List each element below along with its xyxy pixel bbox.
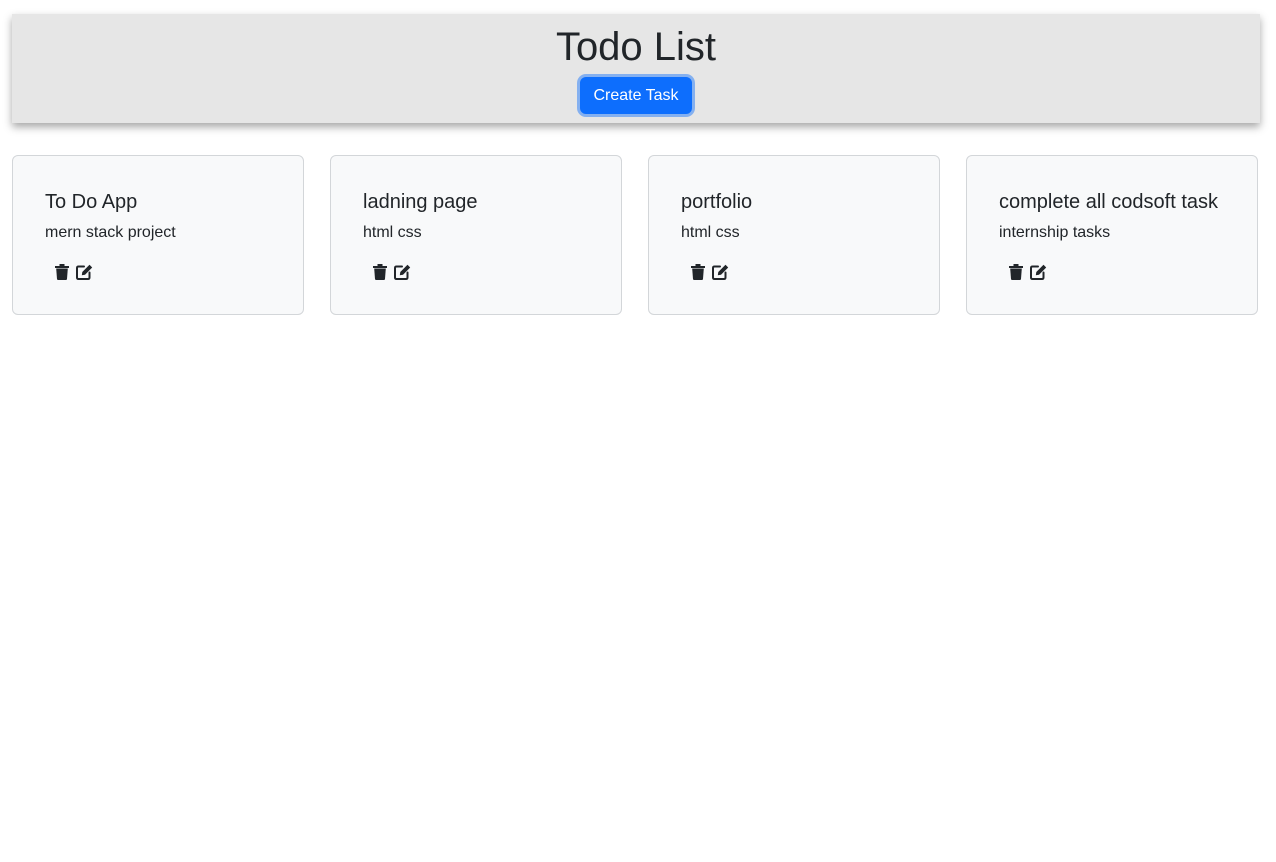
trash-icon[interactable] (371, 263, 388, 281)
trash-icon[interactable] (53, 263, 70, 281)
task-title: complete all codsoft task (999, 191, 1218, 213)
create-task-button[interactable]: Create Task (580, 77, 692, 114)
task-description: internship tasks (999, 224, 1111, 241)
task-actions (1007, 263, 1047, 281)
edit-icon[interactable] (76, 263, 93, 281)
task-card: complete all codsoft task internship tas… (966, 155, 1258, 315)
task-actions (53, 263, 93, 281)
trash-icon[interactable] (1007, 263, 1024, 281)
task-title: portfolio (681, 191, 753, 213)
task-card: ladning page html css (330, 155, 622, 315)
page-title: Todo List (555, 25, 717, 69)
task-actions (689, 263, 729, 281)
task-title: To Do App (45, 191, 138, 213)
task-description: html css (363, 224, 422, 241)
task-card: portfolio html css (648, 155, 940, 315)
task-description: mern stack project (45, 224, 176, 241)
edit-icon[interactable] (712, 263, 729, 281)
task-card: To Do App mern stack project (12, 155, 304, 315)
task-actions (371, 263, 411, 281)
task-title: ladning page (363, 191, 478, 213)
task-description: html css (681, 224, 740, 241)
edit-icon[interactable] (394, 263, 411, 281)
edit-icon[interactable] (1030, 263, 1047, 281)
trash-icon[interactable] (689, 263, 706, 281)
app-header: Todo List Create Task (12, 14, 1260, 123)
